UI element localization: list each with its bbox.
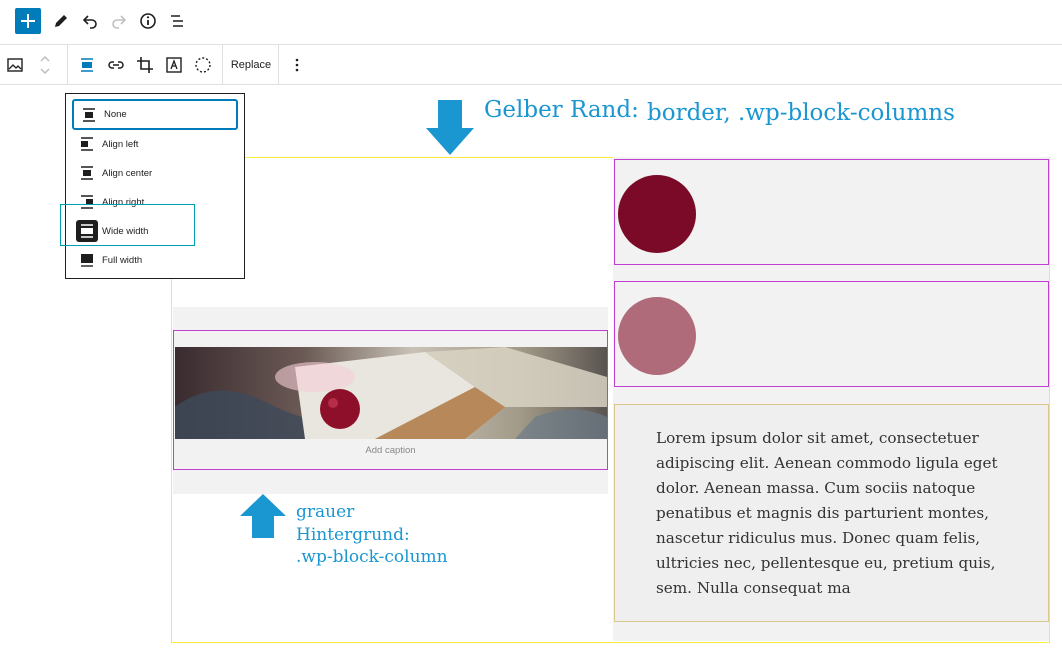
align-center-icon	[72, 166, 102, 180]
align-icon	[81, 58, 93, 72]
columns-class-annotation: border, .wp-block-columns	[647, 100, 955, 126]
dark-red-circle	[618, 175, 696, 253]
image-caption-field[interactable]: Add caption	[174, 445, 607, 456]
circle-block-1[interactable]	[614, 159, 1049, 265]
annotation-line: Hintergrund:	[296, 524, 410, 545]
link-button[interactable]	[103, 52, 129, 78]
circle-block-2[interactable]	[614, 281, 1049, 387]
menu-item-label: Align right	[102, 196, 145, 208]
redo-icon	[112, 15, 127, 29]
menu-item-label: Align left	[102, 138, 139, 150]
menu-item-align-right[interactable]: Align right	[72, 188, 238, 216]
list-view-icon	[171, 15, 183, 27]
align-button[interactable]	[74, 52, 100, 78]
menu-item-align-left[interactable]: Align left	[72, 130, 238, 158]
undo-button[interactable]	[77, 8, 103, 34]
block-type-button[interactable]	[2, 52, 28, 78]
more-options-button[interactable]	[284, 52, 310, 78]
plus-icon	[21, 14, 35, 28]
align-dropdown-menu: None Align left Align center Align right…	[65, 93, 245, 279]
lorem-paragraph: Lorem ipsum dolor sit amet, consectetuer…	[656, 429, 998, 597]
image-block[interactable]: Add caption	[173, 330, 608, 470]
menu-item-label: Full width	[102, 254, 143, 266]
menu-item-none[interactable]: None	[72, 99, 238, 130]
menu-item-full-width[interactable]: Full width	[72, 246, 238, 274]
crop-button[interactable]	[132, 52, 158, 78]
details-button[interactable]	[135, 8, 161, 34]
menu-item-label: None	[104, 109, 127, 120]
tools-button[interactable]	[48, 8, 74, 34]
cheesecake-image[interactable]	[175, 347, 607, 439]
move-arrows-icon	[40, 56, 50, 74]
wide-width-icon	[72, 220, 102, 242]
menu-item-label: Wide width	[102, 225, 149, 237]
crop-icon	[137, 57, 153, 73]
toolbar-separator	[278, 45, 279, 84]
menu-item-align-center[interactable]: Align center	[72, 159, 238, 187]
annotation-line: .wp-block-column	[296, 547, 448, 567]
link-icon	[108, 61, 124, 69]
info-icon	[140, 13, 156, 29]
menu-item-wide-width[interactable]: Wide width	[72, 217, 238, 245]
undo-icon	[82, 15, 97, 29]
yellow-border-annotation: Gelber Rand:	[484, 97, 639, 123]
more-options-icon	[295, 58, 299, 72]
annotation-line: grauer	[296, 502, 355, 522]
align-right-icon	[72, 195, 102, 209]
duotone-icon	[195, 57, 211, 73]
redo-button[interactable]	[106, 8, 132, 34]
menu-item-label: Align center	[102, 167, 153, 179]
rose-circle	[618, 297, 696, 375]
toolbar-separator	[67, 45, 68, 84]
arrow-up-icon	[240, 494, 286, 538]
top-toolbar	[0, 0, 1062, 45]
full-width-icon	[72, 253, 102, 267]
text-overlay-icon	[166, 57, 182, 73]
replace-button[interactable]: Replace	[225, 45, 277, 84]
toolbar-separator	[222, 45, 223, 84]
pencil-icon	[55, 15, 67, 27]
move-block-button[interactable]	[32, 52, 58, 78]
add-block-button[interactable]	[15, 8, 41, 34]
align-left-icon	[72, 137, 102, 151]
text-overlay-button[interactable]	[161, 52, 187, 78]
list-view-button[interactable]	[164, 8, 190, 34]
align-none-icon	[74, 107, 104, 122]
image-icon	[7, 58, 23, 72]
block-toolbar: Replace	[0, 45, 1062, 85]
arrow-down-icon	[426, 100, 474, 155]
duotone-button[interactable]	[190, 52, 216, 78]
paragraph-block[interactable]: Lorem ipsum dolor sit amet, consectetuer…	[614, 404, 1049, 622]
grey-background-annotation: grauer Hintergrund: .wp-block-column	[296, 501, 448, 569]
